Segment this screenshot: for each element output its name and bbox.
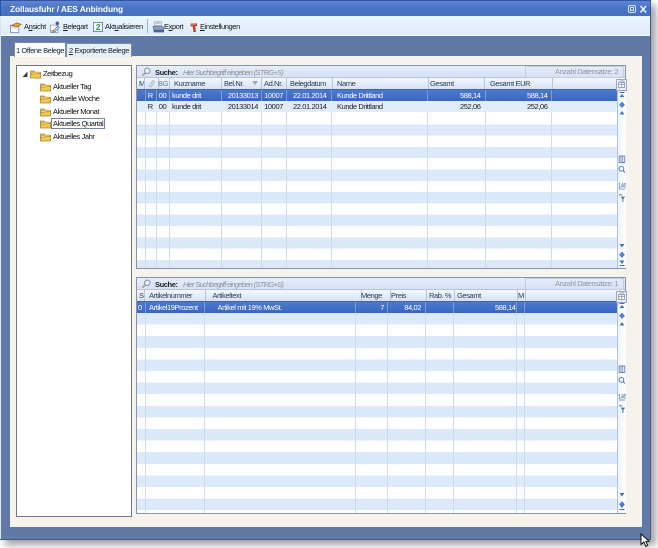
svg-text:146: 146 xyxy=(618,395,626,401)
svg-text:146: 146 xyxy=(618,184,626,190)
svg-text:2: 2 xyxy=(96,22,101,32)
